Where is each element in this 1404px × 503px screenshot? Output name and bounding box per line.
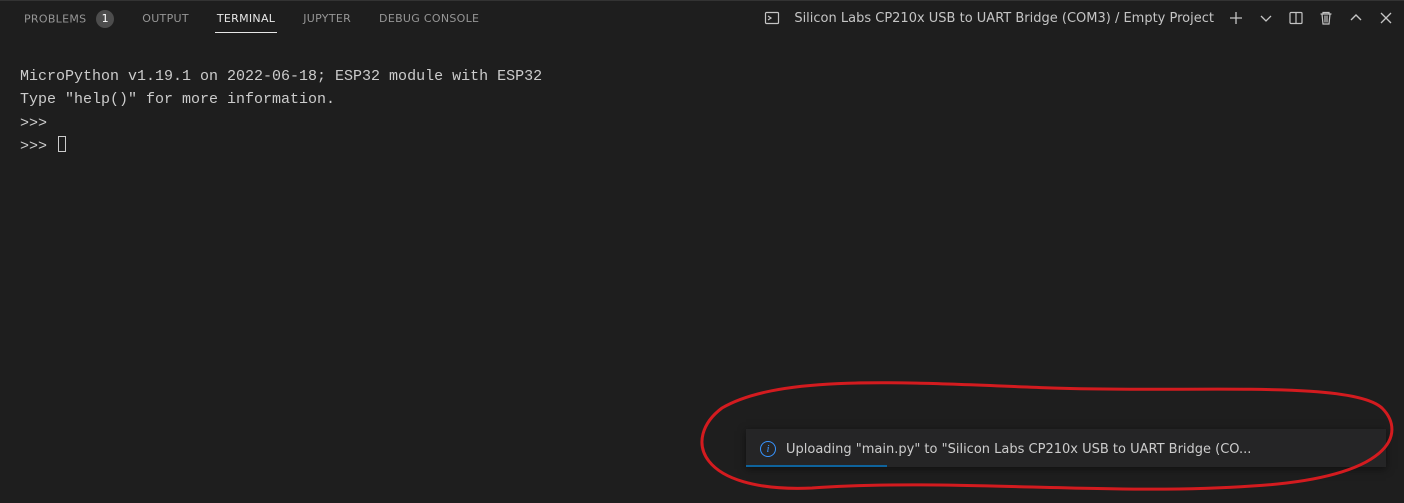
panel-header: PROBLEMS 1 OUTPUT TERMINAL JUPYTER DEBUG… <box>0 0 1404 35</box>
terminal-line: >>> <box>20 115 56 132</box>
tab-problems[interactable]: PROBLEMS 1 <box>10 2 128 35</box>
terminal-prompt: >>> <box>20 138 56 155</box>
terminal-profile-label[interactable]: Silicon Labs CP210x USB to UART Bridge (… <box>794 11 1214 26</box>
terminal-line: Type "help()" for more information. <box>20 91 335 108</box>
terminal-line: MicroPython v1.19.1 on 2022-06-18; ESP32… <box>20 68 542 85</box>
notification-toast[interactable]: i Uploading "main.py" to "Silicon Labs C… <box>746 429 1386 467</box>
kill-terminal-button[interactable] <box>1318 10 1334 26</box>
problems-count-badge: 1 <box>96 10 114 28</box>
launch-profile-icon[interactable] <box>764 10 780 26</box>
new-terminal-button[interactable] <box>1228 10 1244 26</box>
terminal-output[interactable]: MicroPython v1.19.1 on 2022-06-18; ESP32… <box>0 35 1404 158</box>
toast-progress-bar <box>746 465 887 467</box>
tab-jupyter[interactable]: JUPYTER <box>289 4 365 32</box>
close-panel-button[interactable] <box>1378 10 1394 26</box>
info-icon: i <box>760 441 776 457</box>
tab-debug-console[interactable]: DEBUG CONSOLE <box>365 4 493 32</box>
tab-label: PROBLEMS <box>24 12 86 25</box>
maximize-panel-button[interactable] <box>1348 10 1364 26</box>
toast-message: Uploading "main.py" to "Silicon Labs CP2… <box>786 442 1372 457</box>
panel-tabs: PROBLEMS 1 OUTPUT TERMINAL JUPYTER DEBUG… <box>10 2 493 35</box>
tab-output[interactable]: OUTPUT <box>128 4 203 32</box>
split-terminal-button[interactable] <box>1288 10 1304 26</box>
tab-terminal[interactable]: TERMINAL <box>203 4 289 32</box>
terminal-cursor <box>58 136 66 152</box>
terminal-actions: Silicon Labs CP210x USB to UART Bridge (… <box>764 10 1394 26</box>
terminal-dropdown-button[interactable] <box>1258 10 1274 26</box>
